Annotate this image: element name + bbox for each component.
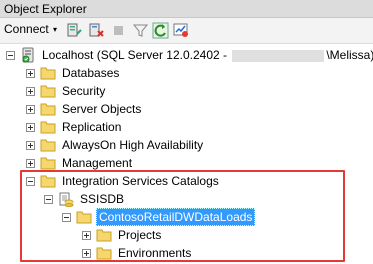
window-title: Object Explorer [4,2,87,16]
tree-node-management[interactable]: Management [26,154,134,172]
collapse-toggle[interactable] [6,50,15,60]
tree-node-server-objects[interactable]: Server Objects [26,100,143,118]
expand-toggle[interactable] [82,248,91,258]
collapse-toggle[interactable] [44,194,53,204]
tree-node-replication[interactable]: Replication [26,118,123,136]
server-icon [22,47,34,63]
folder-icon [96,229,112,242]
tree-label: Environments [118,246,192,260]
expand-toggle[interactable] [26,158,35,168]
filter-icon[interactable] [132,22,149,39]
expand-toggle[interactable] [26,140,35,150]
folder-icon [40,121,56,134]
collapse-toggle[interactable] [62,212,71,222]
tree-label-selected: ContosoRetailDWDataLoads [96,208,256,226]
tree-label: Security [62,84,106,98]
refresh-icon[interactable] [152,22,169,39]
tree-label: AlwaysOn High Availability [62,138,204,152]
folder-icon [76,211,92,224]
connect-dropdown-button[interactable]: Connect ▾ [4,22,59,40]
folder-icon [96,247,112,260]
stop-icon[interactable] [110,22,127,39]
tree-label: Management [62,156,133,170]
connect-label: Connect [4,22,49,36]
redacted-server-name [232,49,325,62]
tree-label: Server Objects [62,102,142,116]
tree-node-databases[interactable]: Databases [26,64,121,82]
connect-server-icon[interactable] [66,22,83,39]
tree-node-projects[interactable]: Projects [82,226,163,244]
expand-toggle[interactable] [26,104,35,114]
folder-icon [40,103,56,116]
tree-node-alwayson[interactable]: AlwaysOn High Availability [26,136,205,154]
explorer-toolbar: Connect ▾ [0,18,373,44]
folder-icon [40,157,56,170]
tree-node-ssisdb[interactable]: SSISDB [44,190,126,208]
tree-node-server[interactable]: Localhost (SQL Server 12.0.2402 - \Melis… [6,46,373,64]
expand-toggle[interactable] [26,86,35,96]
activity-monitor-icon[interactable] [173,22,190,39]
tree-node-security[interactable]: Security [26,82,107,100]
disconnect-icon[interactable] [88,22,105,39]
collapse-toggle[interactable] [26,176,35,186]
expand-toggle[interactable] [26,68,35,78]
window-titlebar: Object Explorer [0,0,373,18]
folder-icon [40,67,56,80]
folder-icon [40,85,56,98]
chevron-down-icon: ▾ [53,25,58,34]
tree-label: Projects [118,228,162,242]
tree-node-integration-services-catalogs[interactable]: Integration Services Catalogs [26,172,221,190]
server-label: Localhost (SQL Server 12.0.2402 - \Melis… [42,48,373,62]
expand-toggle[interactable] [82,230,91,240]
tree-label: Integration Services Catalogs [62,174,219,188]
tree-node-contoso-folder[interactable]: ContosoRetailDWDataLoads [62,208,256,226]
expand-toggle[interactable] [26,122,35,132]
tree-label: SSISDB [80,192,125,206]
folder-icon [40,175,56,188]
folder-icon [40,139,56,152]
tree-node-environments[interactable]: Environments [82,244,193,262]
object-explorer-tree: Localhost (SQL Server 12.0.2402 - \Melis… [0,44,373,264]
tree-label: Replication [62,120,122,134]
tree-label: Databases [62,66,120,80]
ssis-catalog-icon [59,192,74,207]
